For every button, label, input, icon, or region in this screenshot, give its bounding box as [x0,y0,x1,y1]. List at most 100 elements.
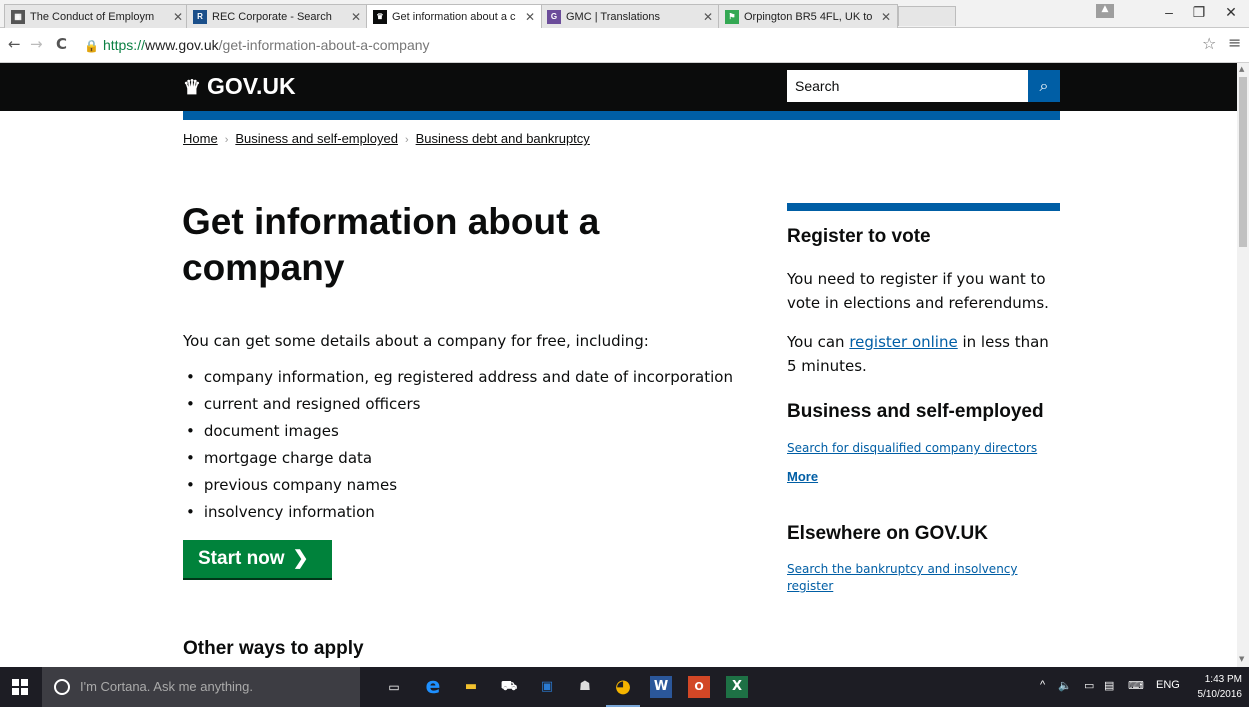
cortana-search-box[interactable]: I'm Cortana. Ask me anything. [42,667,360,707]
list-item: current and resigned officers [186,393,733,420]
breadcrumb-business[interactable]: Business and self-employed [235,131,398,146]
excel-icon[interactable]: X [726,676,748,698]
close-tab-icon[interactable]: ✕ [703,10,713,24]
cortana-icon [54,679,70,695]
chrome-icon[interactable]: ◕ [606,676,640,707]
close-tab-icon[interactable]: ✕ [351,10,361,24]
browser-tab-strip: ▦ The Conduct of Employm ✕ R REC Corpora… [0,0,1249,28]
rec-favicon-icon: R [193,9,207,24]
browser-tab[interactable]: ⚑ Orpington BR5 4FL, UK to ✕ [718,4,898,28]
keyboard-icon[interactable]: ⌨ [1128,679,1144,692]
page-title: Get information about a company [182,201,600,288]
doc-favicon-icon: ▦ [11,9,25,24]
scroll-up-arrow-icon[interactable]: ▲ [1239,65,1244,73]
language-indicator[interactable]: ENG [1156,679,1180,691]
clock-time: 1:43 PM [1204,674,1242,685]
close-tab-icon[interactable]: ✕ [173,10,183,24]
outlook-icon[interactable]: O [688,676,710,698]
url-path: /get-information-about-a-company [218,37,430,53]
task-view-icon[interactable]: ▭ [383,676,405,698]
lock-icon: 🔒 [84,39,99,53]
menu-icon[interactable]: ≡ [1228,33,1241,52]
tab-title: GMC | Translations [566,10,660,23]
windows-taskbar: I'm Cortana. Ask me anything. ▭ e ▬ ⛟ ▣ … [0,667,1249,707]
battery-icon[interactable]: ▭ [1084,679,1094,692]
bankruptcy-register-link[interactable]: Search the bankruptcy and insolvency reg… [787,561,1037,595]
system-clock[interactable]: 1:43 PM 5/10/2016 [1192,672,1243,702]
chevron-right-icon: › [224,134,229,146]
details-list: company information, eg registered addre… [186,366,733,528]
url-scheme: https:// [102,37,145,53]
business-heading: Business and self-employed [787,401,1044,422]
header-blue-bar [183,111,1060,120]
start-now-button[interactable]: Start now ❯ [183,540,332,578]
forward-arrow-icon[interactable]: → [30,35,43,53]
tab-title: Orpington BR5 4FL, UK to [744,10,873,23]
bookmark-star-icon[interactable]: ☆ [1202,34,1216,53]
search-button[interactable]: ⌕ [1028,70,1060,102]
cortana-placeholder: I'm Cortana. Ask me anything. [80,679,254,694]
other-ways-heading: Other ways to apply [183,638,364,659]
new-tab-button[interactable] [898,6,956,26]
minimize-icon[interactable]: – [1154,4,1184,24]
list-item: document images [186,420,733,447]
browser-tab[interactable]: ▦ The Conduct of Employm ✕ [4,4,190,28]
edge-browser-icon[interactable]: e [422,676,444,698]
start-button-label: Start now [198,548,285,569]
user-profile-icon[interactable]: ▲ [1096,4,1114,18]
register-heading: Register to vote [787,226,931,247]
reload-icon[interactable]: C [56,35,67,53]
list-item: previous company names [186,474,733,501]
crown-icon: ♛ [183,77,201,99]
more-link[interactable]: More [787,469,818,484]
govuk-logo[interactable]: ♛ GOV.UK [183,73,296,100]
browser-tab[interactable]: R REC Corporate - Search ✕ [186,4,368,28]
govuk-header: ♛GOV.UK ⌕ [0,63,1237,111]
app-icon[interactable]: ☗ [574,676,596,698]
tab-title: The Conduct of Employm [30,10,155,23]
store-icon[interactable]: ⛟ [498,676,520,698]
sidebar-blue-bar [787,203,1060,211]
search-icon: ⌕ [1039,76,1049,95]
word-icon[interactable]: W [650,676,672,698]
logo-text: GOV.UK [206,73,296,99]
media-player-icon[interactable]: ▣ [536,676,558,698]
volume-icon[interactable]: 🔈 [1058,679,1072,692]
maps-favicon-icon: ⚑ [725,9,739,24]
url-host: www.gov.uk [144,37,219,53]
breadcrumb-debt[interactable]: Business debt and bankruptcy [416,131,590,146]
clock-date: 5/10/2016 [1197,689,1243,700]
file-explorer-icon[interactable]: ▬ [460,676,482,698]
list-item: insolvency information [186,501,733,528]
register-online-prefix: You can [787,333,850,351]
address-bar[interactable]: 🔒 https://www.gov.uk/get-information-abou… [84,32,1204,58]
restore-icon[interactable]: ❐ [1184,4,1214,24]
register-online-link[interactable]: register online [849,333,957,351]
tab-title: REC Corporate - Search [212,10,332,23]
intro-text: You can get some details about a company… [183,332,649,350]
chevron-right-icon: › [404,134,409,146]
search-input[interactable] [787,70,1028,102]
back-arrow-icon[interactable]: ← [8,35,21,53]
list-item: mortgage charge data [186,447,733,474]
register-text: You need to register if you want to vote… [787,270,1049,312]
close-tab-icon[interactable]: ✕ [525,10,535,24]
gmc-favicon-icon: G [547,9,561,24]
disqualified-directors-link[interactable]: Search for disqualified company director… [787,440,1060,457]
register-online-text: You can register online in less than 5 m… [787,330,1060,378]
browser-toolbar: ← → C 🔒 https://www.gov.uk/get-informatio… [0,29,1249,63]
scrollbar-thumb[interactable] [1239,77,1247,247]
close-tab-icon[interactable]: ✕ [881,10,891,24]
close-window-icon[interactable]: ✕ [1216,4,1246,24]
tab-title: Get information about a c [392,10,516,23]
list-item: company information, eg registered addre… [186,366,733,393]
page-scrollbar[interactable]: ▲ ▼ [1237,63,1249,667]
breadcrumb-home[interactable]: Home [183,131,218,146]
show-hidden-icons-icon[interactable]: ^ [1040,679,1045,691]
windows-start-icon[interactable] [12,679,28,695]
notifications-icon[interactable]: ▤ [1104,679,1114,692]
browser-tab-active[interactable]: ♛ Get information about a c ✕ [366,4,542,28]
browser-tab[interactable]: G GMC | Translations ✕ [540,4,720,28]
govuk-favicon-icon: ♛ [373,9,387,24]
scroll-down-arrow-icon[interactable]: ▼ [1239,655,1244,663]
